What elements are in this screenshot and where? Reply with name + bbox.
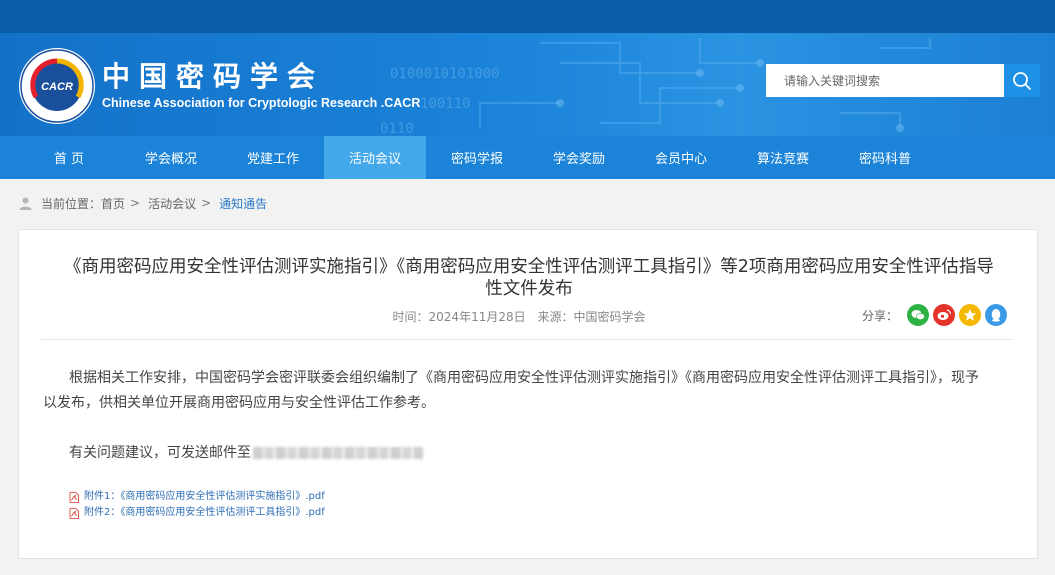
user-location-icon	[19, 197, 32, 210]
cacr-logo: CACR	[19, 48, 95, 124]
search-button[interactable]	[1004, 64, 1040, 97]
article-paragraph-contact: 有关问题建议，可发送邮件至	[43, 441, 989, 466]
attachment-link[interactable]: 附件1：《商用密码应用安全性评估测评实施指引》.pdf	[69, 489, 325, 505]
svg-text:0110: 0110	[380, 121, 414, 136]
svg-text:100110: 100110	[420, 96, 471, 112]
site-header: 0100010101000 100110 0110 CACR 中国密码学会 Ch…	[0, 33, 1055, 136]
pdf-icon	[69, 507, 79, 519]
article-paragraph: 根据相关工作安排，中国密码学会密评联委会组织编制了《商用密码应用安全性评估测评实…	[43, 370, 979, 411]
attachment-label: 附件1：《商用密码应用安全性评估测评实施指引》.pdf	[84, 491, 325, 502]
main-nav: 首 页 学会概况 党建工作 活动会议 密码学报 学会奖励 会员中心 算法竞赛 密…	[0, 136, 1055, 179]
breadcrumb-home[interactable]: 首页	[101, 195, 125, 212]
attachment-list: 附件1：《商用密码应用安全性评估测评实施指引》.pdf 附件2：《商用密码应用安…	[69, 489, 325, 521]
article-source: 来源：中国密码学会	[537, 310, 646, 324]
share-label: 分享：	[861, 308, 898, 323]
breadcrumb-current[interactable]: 通知通告	[219, 195, 267, 212]
star-icon	[963, 309, 977, 321]
weibo-share-icon[interactable]	[933, 304, 955, 326]
breadcrumb: 当前位置： 首页 > 活动会议 > 通知通告	[0, 179, 1055, 227]
wechat-share-icon[interactable]	[907, 304, 929, 326]
article-title: 《商用密码应用安全性评估测评实施指引》《商用密码应用安全性评估测评工具指引》等2…	[64, 257, 994, 299]
article-card: 《商用密码应用安全性评估测评实施指引》《商用密码应用安全性评估测评工具指引》等2…	[18, 229, 1038, 559]
nav-item-home[interactable]: 首 页	[18, 136, 120, 179]
nav-item-members[interactable]: 会员中心	[630, 136, 732, 179]
attachment-link[interactable]: 附件2：《商用密码应用安全性评估测评工具指引》.pdf	[69, 505, 325, 521]
logo-text: CACR	[41, 81, 73, 93]
breadcrumb-prefix: 当前位置：	[41, 196, 102, 211]
site-title: 中国密码学会	[102, 60, 325, 93]
breadcrumb-section[interactable]: 活动会议	[148, 195, 196, 212]
nav-item-events[interactable]: 活动会议	[324, 136, 426, 179]
contact-text: 有关问题建议，可发送邮件至	[69, 445, 251, 461]
site-subtitle: Chinese Association for Cryptologic Rese…	[102, 96, 421, 110]
search-input[interactable]	[766, 64, 1004, 97]
nav-item-about[interactable]: 学会概况	[120, 136, 222, 179]
share-bar: 分享：	[862, 304, 1007, 326]
qq-share-icon[interactable]	[985, 304, 1007, 326]
breadcrumb-separator: >	[201, 196, 212, 210]
wechat-icon	[911, 310, 925, 321]
qq-penguin-icon	[991, 309, 1001, 322]
nav-item-awards[interactable]: 学会奖励	[528, 136, 630, 179]
breadcrumb-separator: >	[130, 196, 141, 210]
svg-text:0100010101000: 0100010101000	[390, 66, 500, 82]
redacted-email	[253, 447, 423, 459]
qzone-share-icon[interactable]	[959, 304, 981, 326]
pdf-icon	[69, 491, 79, 503]
nav-item-science[interactable]: 密码科普	[834, 136, 936, 179]
attachment-label: 附件2：《商用密码应用安全性评估测评工具指引》.pdf	[84, 507, 325, 518]
weibo-icon	[937, 309, 951, 320]
nav-item-party[interactable]: 党建工作	[222, 136, 324, 179]
nav-item-journal[interactable]: 密码学报	[426, 136, 528, 179]
top-bar	[0, 0, 1055, 33]
divider	[41, 339, 1013, 340]
search-icon	[1013, 71, 1031, 90]
nav-item-competition[interactable]: 算法竞赛	[732, 136, 834, 179]
publish-time: 时间：2024年11月28日	[392, 310, 526, 324]
